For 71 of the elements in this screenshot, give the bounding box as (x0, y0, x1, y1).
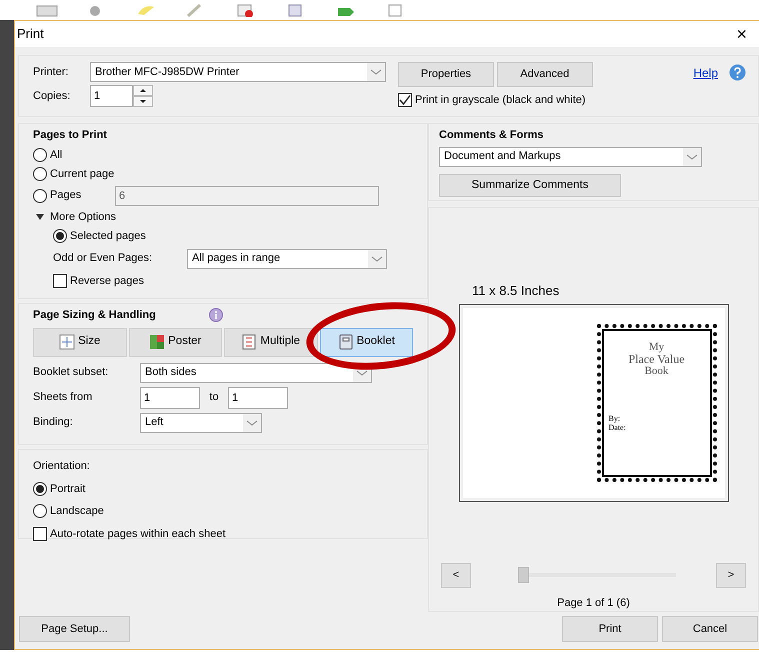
radio-button[interactable] (33, 148, 47, 162)
properties-button[interactable]: Properties (398, 62, 494, 87)
checkbox[interactable] (398, 93, 412, 108)
help-icon (729, 64, 746, 81)
radio-label[interactable]: Pages (50, 187, 112, 204)
cover-text: Book (644, 366, 668, 378)
page-size-label: 11 x 8.5 Inches (472, 282, 560, 300)
tab[interactable]: Booklet (320, 328, 413, 356)
advanced-button[interactable]: Advanced (496, 62, 593, 87)
radio-button[interactable] (33, 167, 47, 182)
radio-label[interactable]: All (50, 146, 62, 163)
field-label: Sheets from (33, 390, 94, 406)
toolbar-icon[interactable] (36, 4, 58, 16)
info-icon (209, 308, 223, 322)
radio-label[interactable]: Landscape (50, 503, 104, 520)
field-label: to (208, 390, 220, 406)
book-icon (338, 334, 354, 350)
binding-dropdown[interactable]: Left (140, 412, 262, 432)
grid-icon (149, 334, 166, 350)
field-label: Binding: (33, 415, 74, 430)
sheets-from-field[interactable]: 1 (140, 386, 200, 408)
comments-dropdown[interactable]: Document and Markups (439, 146, 702, 166)
spinner-arrows-icon[interactable] (133, 84, 153, 107)
page-setup-button[interactable]: Page Setup... (19, 616, 130, 642)
field-label: Copies: (33, 88, 72, 104)
copies-field[interactable]: 1 (90, 84, 133, 107)
sheets-to-field[interactable]: 1 (228, 386, 288, 408)
checkbox[interactable] (53, 274, 67, 288)
section-heading: Comments & Forms (439, 128, 545, 143)
printer-dropdown[interactable]: Brother MFC-J985DW Printer (90, 62, 386, 82)
field-label: Printer: (33, 64, 70, 80)
cover-text: My (648, 342, 664, 354)
booklet-subset-dropdown[interactable]: Both sides (140, 362, 372, 382)
field-label: Booklet subset: (33, 365, 110, 380)
check-icon (399, 94, 411, 106)
tab[interactable]: Poster (128, 328, 222, 356)
cover-text: By: (608, 415, 620, 424)
radio-button[interactable] (33, 188, 47, 202)
print-button[interactable]: Print (562, 616, 658, 642)
pages-icon (241, 334, 258, 350)
cover-text: Date: (608, 424, 626, 432)
page-count-label: Page 1 of 1 (6) (557, 596, 630, 610)
radio-button[interactable] (33, 504, 47, 518)
checkbox-label[interactable]: Print in grayscale (black and white) (415, 92, 586, 108)
close-button[interactable]: × (732, 25, 751, 43)
help-link[interactable]: Help (693, 64, 718, 82)
summarize-comments-button[interactable]: Summarize Comments (439, 174, 621, 197)
slider-thumb[interactable] (518, 567, 529, 583)
window-title: Print (17, 25, 44, 44)
checkbox-label[interactable]: Reverse pages (70, 272, 144, 289)
radio-button[interactable] (53, 229, 67, 244)
radio-label[interactable]: Current page (50, 166, 114, 182)
cancel-button[interactable]: Cancel (662, 616, 758, 642)
tab[interactable]: Multiple (224, 328, 318, 356)
tab[interactable]: Size (33, 328, 126, 356)
more-options-toggle[interactable]: More Options (50, 208, 116, 225)
resize-icon (59, 334, 76, 350)
section-heading: Orientation: (33, 459, 91, 474)
next-page-button[interactable]: > (716, 562, 746, 588)
checkbox[interactable] (33, 526, 47, 541)
checkbox-label[interactable]: Auto-rotate pages within each sheet (50, 526, 226, 542)
radio-label[interactable]: Portrait (50, 480, 86, 497)
field-label: Odd or Even Pages: (53, 251, 154, 266)
section-heading: Pages to Print (33, 128, 108, 143)
section-heading: Page Sizing & Handling (33, 308, 157, 323)
previous-page-button[interactable]: < (441, 562, 471, 588)
radio-label[interactable]: Selected pages (70, 228, 146, 244)
radio-button[interactable] (33, 482, 47, 496)
odd-even-dropdown[interactable]: All pages in range (187, 248, 387, 268)
disclosure-triangle-icon[interactable] (36, 212, 44, 221)
cover-text: Place Value (628, 353, 685, 366)
